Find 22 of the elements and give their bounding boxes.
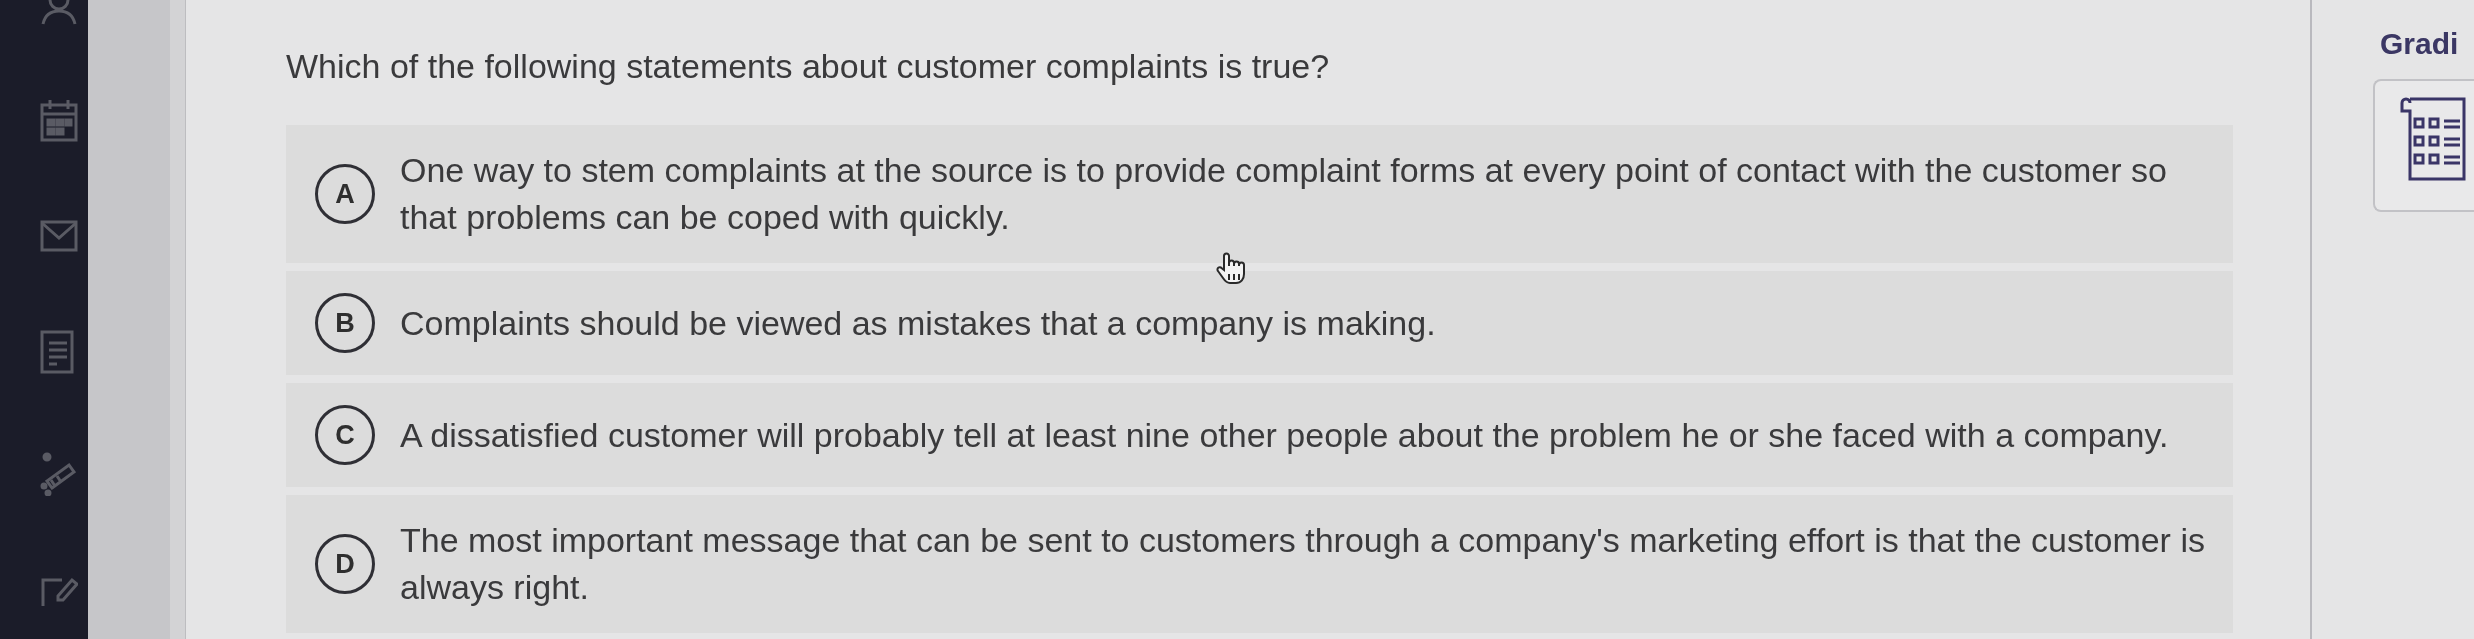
answer-option[interactable]: B Complaints should be viewed as mistakes that a company is making.: [286, 271, 2233, 375]
question-text: Which of the following statements about customer complaints is true?: [286, 46, 1331, 87]
document-icon[interactable]: [40, 330, 74, 374]
edit-icon[interactable]: [40, 576, 78, 606]
choice-letter[interactable]: C: [315, 405, 375, 465]
calendar-icon[interactable]: [40, 98, 78, 142]
option-text: A dissatisfied customer will probably tell at least nine other people about the problem he or she faced with a company.: [400, 414, 2170, 456]
grid-document-icon: [2400, 97, 2466, 181]
choice-letter[interactable]: D: [315, 534, 375, 594]
option-text: Complaints should be viewed as mistakes that a company is making.: [400, 302, 1437, 344]
pencil-icon[interactable]: [40, 452, 78, 496]
hand-cursor-icon: [1216, 252, 1246, 286]
panel-heading: Gradi: [2380, 26, 2459, 62]
mail-icon[interactable]: [40, 220, 78, 252]
tile-button[interactable]: [2373, 79, 2474, 212]
choice-letter[interactable]: A: [315, 164, 375, 224]
answer-option[interactable]: A One way to stem complaints at the source is to provide complaint forms at every point of contact with the customer so that problems can be coped with quickly.: [286, 125, 2233, 263]
answer-option[interactable]: C A dissatisfied customer will probably tell at least nine other people about the problem he or she faced with a company.: [286, 383, 2233, 487]
option-text: One way to stem complaints at the source is to provide complaint forms at every point of contact with the customer so that problems can be coped with quickly.: [400, 150, 2168, 238]
answer-option[interactable]: D The most important message that can be sent to customers through a company's marketing effort is that the customer is always right.: [286, 495, 2233, 633]
choice-letter[interactable]: B: [315, 293, 375, 353]
option-text: The most important message that can be sent to customers through a company's marketing effort is that the customer is always right.: [400, 520, 2206, 608]
